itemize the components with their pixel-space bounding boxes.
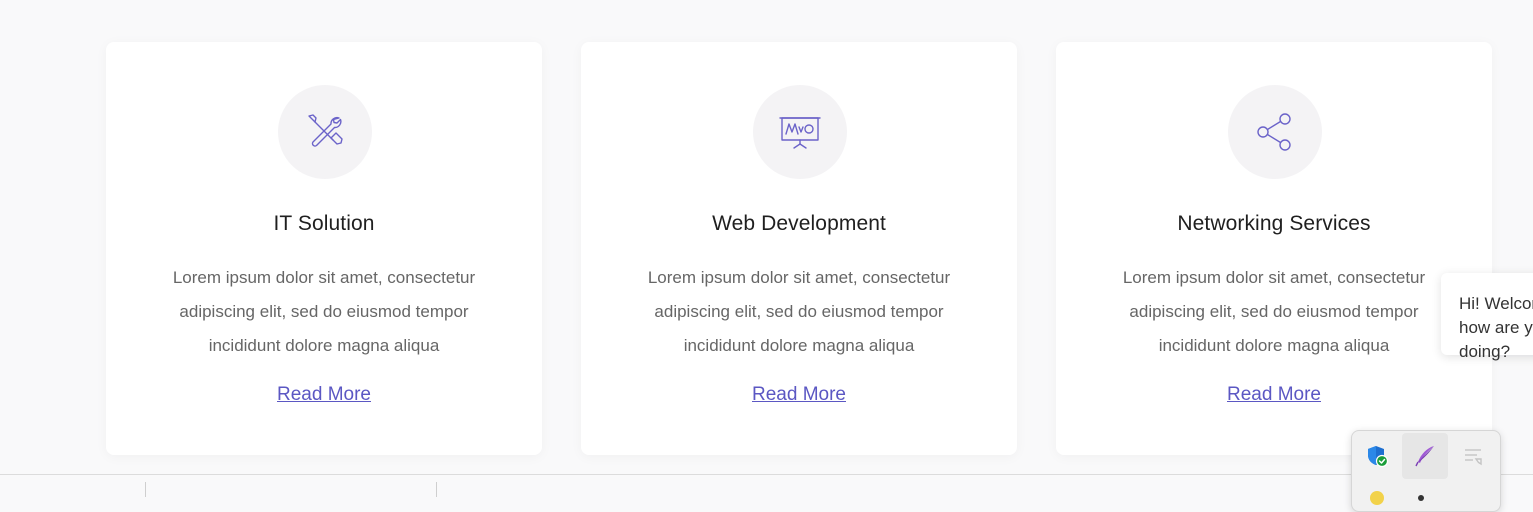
footer-column-divider <box>436 482 437 497</box>
card-description: Lorem ipsum dolor sit amet, consectetur … <box>647 268 951 355</box>
card-title: IT Solution <box>273 212 375 235</box>
tray-item-notifications[interactable] <box>1450 433 1496 479</box>
read-more-link[interactable]: Read More <box>106 384 542 406</box>
service-card-networking-services: Networking Services Lorem ipsum dolor si… <box>1056 42 1492 455</box>
share-icon <box>1257 113 1291 151</box>
chat-welcome-bubble[interactable]: Hi! Welcome, how are you doing? <box>1441 273 1533 361</box>
feather-pen-icon <box>1415 446 1434 467</box>
read-more-link[interactable]: Read More <box>1056 384 1492 406</box>
card-title: Web Development <box>712 212 886 235</box>
icon-circle <box>1228 85 1322 179</box>
tray-item-partial-icon[interactable] <box>1418 495 1424 501</box>
service-card-it-solution: IT Solution Lorem ipsum dolor sit amet, … <box>106 42 542 455</box>
icon-circle <box>278 85 372 179</box>
tray-item-partial-icon[interactable] <box>1370 491 1384 505</box>
footer-divider <box>0 474 1533 475</box>
service-card-web-development: Web Development Lorem ipsum dolor sit am… <box>581 42 1017 455</box>
system-tray-overflow <box>1351 430 1501 512</box>
presentation-board-icon <box>779 117 821 149</box>
icon-circle <box>753 85 847 179</box>
tray-item-pen[interactable] <box>1402 433 1448 479</box>
card-description: Lorem ipsum dolor sit amet, consectetur … <box>172 268 476 355</box>
chat-message: Hi! Welcome, how are you doing? <box>1459 294 1533 361</box>
security-shield-icon <box>1368 446 1389 468</box>
tools-icon <box>308 114 343 147</box>
notification-center-icon <box>1465 449 1482 466</box>
tray-item-security[interactable] <box>1354 433 1400 479</box>
card-description: Lorem ipsum dolor sit amet, consectetur … <box>1122 268 1426 355</box>
read-more-link[interactable]: Read More <box>581 384 1017 406</box>
card-title: Networking Services <box>1177 212 1371 235</box>
footer-column-divider <box>145 482 146 497</box>
